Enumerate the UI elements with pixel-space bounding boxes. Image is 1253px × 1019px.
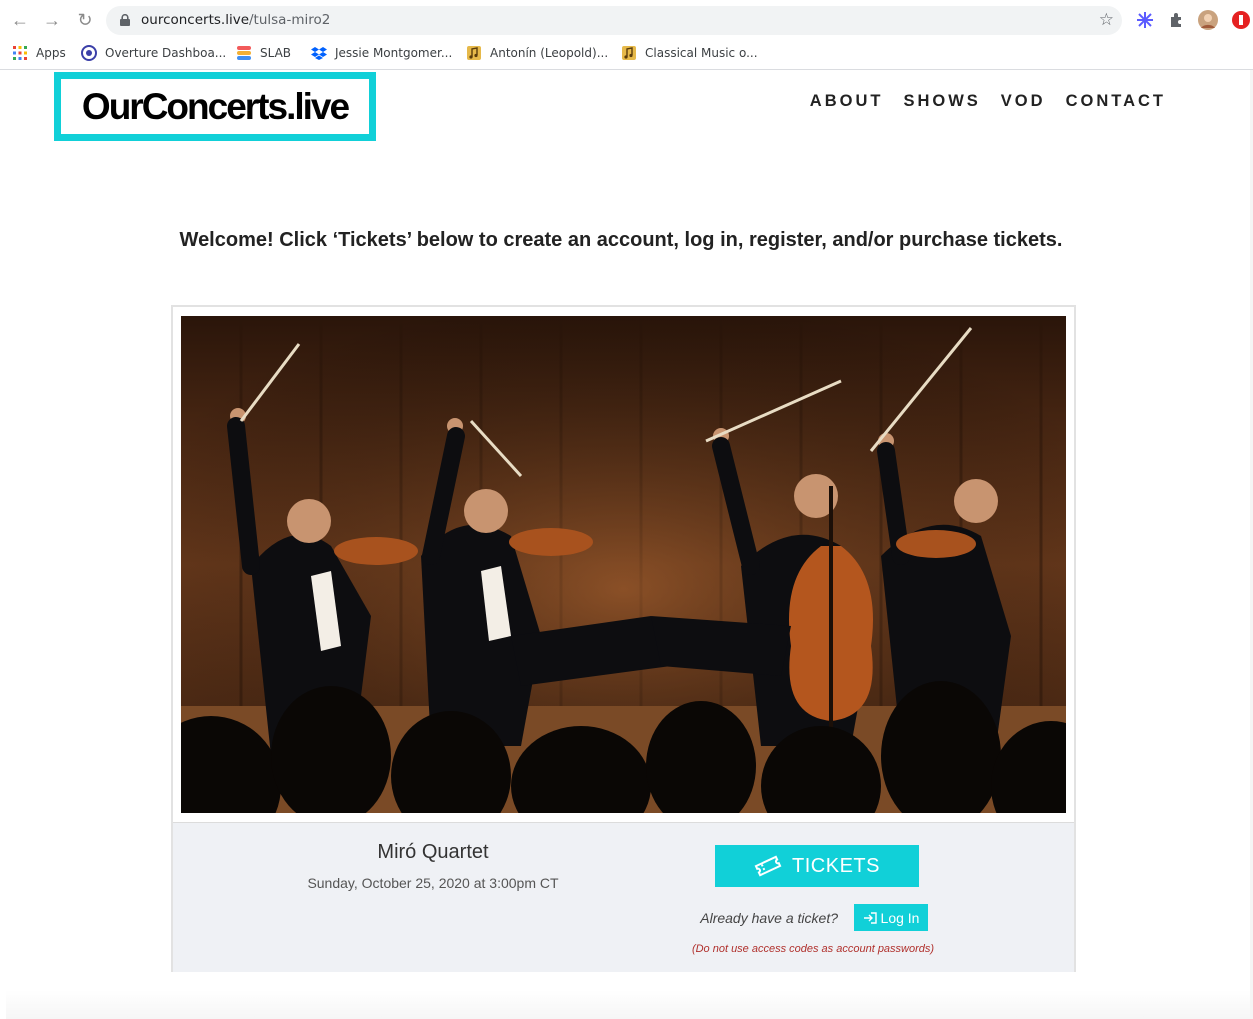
bookmark-label: Antonín (Leopold)...	[490, 46, 609, 60]
tickets-label: TICKETS	[792, 854, 880, 877]
concert-photo	[181, 316, 1066, 813]
logo-text: OurConcerts.live	[81, 85, 350, 127]
main-nav: ABOUT SHOWS VOD CONTACT	[790, 92, 1166, 111]
event-card: Miró Quartet Sunday, October 25, 2020 at…	[171, 305, 1076, 972]
event-datetime: Sunday, October 25, 2020 at 3:00pm CT	[307, 875, 559, 891]
page-footer-strip	[6, 990, 1250, 1019]
login-button[interactable]: Log In	[854, 904, 928, 931]
bookmark-label: Jessie Montgomer...	[335, 46, 453, 60]
bookmark-antonin[interactable]: Antonín (Leopold)...	[466, 43, 608, 63]
bookmark-label: Apps	[36, 46, 66, 60]
slab-icon	[237, 46, 251, 60]
forward-arrow-icon[interactable]: →	[42, 10, 62, 30]
bookmarks-bar: Apps Overture Dashboa... SLAB Jessie Mon…	[0, 40, 1253, 66]
sign-in-icon	[863, 911, 877, 924]
overture-icon	[81, 45, 97, 61]
login-label: Log In	[880, 909, 920, 926]
bookmark-label: Overture Dashboa...	[105, 46, 227, 60]
back-arrow-icon[interactable]: ←	[10, 10, 30, 30]
extensions-puzzle-icon[interactable]	[1167, 10, 1187, 30]
extension-snowflake-icon[interactable]	[1135, 10, 1155, 30]
nav-about[interactable]: ABOUT	[810, 92, 884, 111]
tickets-button[interactable]: TICKETS	[715, 845, 919, 887]
site-logo[interactable]: OurConcerts.live	[54, 72, 376, 141]
extension-red-icon[interactable]	[1231, 10, 1251, 30]
bookmark-star-icon[interactable]: ☆	[1099, 10, 1114, 30]
logo-frame: OurConcerts.live	[61, 79, 369, 134]
bookmark-apps[interactable]: Apps	[12, 43, 66, 63]
apps-grid-icon	[13, 46, 27, 60]
bookmark-overture[interactable]: Overture Dashboa...	[81, 43, 226, 63]
url-text: ourconcerts.live/tulsa-miro2	[141, 12, 331, 28]
already-ticket-text: Already have a ticket?	[700, 910, 838, 926]
address-bar[interactable]: ourconcerts.live/tulsa-miro2 ☆	[106, 6, 1122, 35]
bookmark-label: SLAB	[260, 46, 292, 60]
welcome-message: Welcome! Click ‘Tickets’ below to create…	[179, 229, 1063, 251]
concert-photo-illustration	[181, 316, 1066, 813]
lock-icon	[120, 14, 130, 26]
nav-shows[interactable]: SHOWS	[903, 92, 980, 111]
event-title: Miró Quartet	[377, 841, 489, 863]
page-content: OurConcerts.live ABOUT SHOWS VOD CONTACT…	[6, 70, 1250, 1019]
bookmark-slab[interactable]: SLAB	[236, 43, 291, 63]
event-info-panel: Miró Quartet Sunday, October 25, 2020 at…	[173, 822, 1074, 972]
nav-contact[interactable]: CONTACT	[1066, 92, 1166, 111]
bookmark-classical[interactable]: Classical Music o...	[621, 43, 758, 63]
password-note: (Do not use access codes as account pass…	[691, 943, 935, 955]
profile-avatar[interactable]	[1198, 10, 1218, 30]
ticket-icon	[754, 855, 782, 877]
bookmark-jessie[interactable]: Jessie Montgomer...	[311, 43, 452, 63]
music-folder-icon	[622, 46, 636, 60]
reload-icon[interactable]: ↻	[75, 10, 95, 30]
browser-toolbar: ← → ↻ ourconcerts.live/tulsa-miro2 ☆	[0, 0, 1253, 40]
bookmark-label: Classical Music o...	[645, 46, 758, 60]
dropbox-icon	[311, 47, 327, 60]
music-folder-icon	[467, 46, 481, 60]
nav-vod[interactable]: VOD	[1001, 92, 1046, 111]
